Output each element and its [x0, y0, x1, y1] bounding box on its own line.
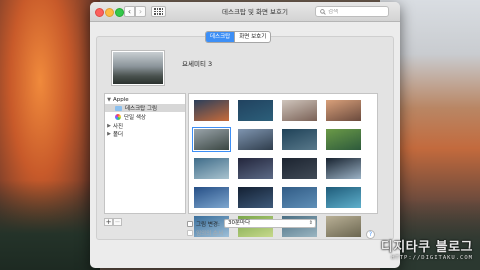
wallpaper-thumbnail[interactable]	[282, 187, 317, 208]
wallpaper-left-cliff	[0, 0, 100, 270]
grid-icon	[154, 8, 163, 15]
sidebar-item-desktop-pictures[interactable]: 데스크탑 그림	[105, 104, 185, 112]
sidebar-item-photos[interactable]: ▶ 사진	[105, 122, 185, 130]
sidebar-section-label: 폴더	[113, 132, 124, 138]
random-order-checkbox[interactable]	[187, 230, 193, 236]
change-picture-checkbox[interactable]	[187, 221, 193, 227]
change-picture-label: 그림 변경:	[196, 222, 220, 228]
forward-button[interactable]: ›	[135, 6, 146, 17]
sidebar-section-label: 사진	[113, 124, 124, 130]
source-list-buttons: + −	[104, 218, 122, 226]
back-button[interactable]: ‹	[124, 6, 135, 17]
wallpaper-thumbnail[interactable]	[326, 100, 361, 121]
wallpaper-thumbnail[interactable]	[326, 158, 361, 179]
chevron-left-icon: ‹	[127, 6, 132, 16]
wallpaper-thumbnail[interactable]	[194, 100, 229, 121]
preferences-window: ‹ › 데스크탑 및 화면 보호기 데스크탑 화면 보호기 요세미티 3	[90, 2, 400, 268]
search-input[interactable]	[328, 8, 384, 15]
add-folder-button[interactable]: +	[104, 218, 113, 226]
wallpaper-thumbnail[interactable]	[238, 187, 273, 208]
sidebar-group-label: Apple	[113, 97, 129, 103]
sidebar-item-folders[interactable]: ▶ 폴더	[105, 130, 185, 138]
wallpaper-thumbnail[interactable]	[326, 187, 361, 208]
disclosure-open-icon[interactable]: ▼	[105, 97, 113, 103]
watermark-url: HTTP://DIGITAKU.COM	[391, 255, 473, 261]
color-wheel-icon	[115, 114, 121, 120]
wallpaper-thumbnail[interactable]	[326, 129, 361, 150]
wallpaper-grid	[188, 93, 378, 237]
wallpaper-preview-image	[113, 52, 163, 84]
wallpaper-thumbnail[interactable]	[282, 158, 317, 179]
wallpaper-thumbnail[interactable]	[238, 100, 273, 121]
sidebar-item-label: 단일 색상	[124, 115, 146, 121]
show-all-button[interactable]	[151, 6, 166, 17]
tab-screen-saver[interactable]: 화면 보호기	[234, 32, 270, 42]
wallpaper-thumbnail[interactable]	[194, 187, 229, 208]
wallpaper-thumbnail[interactable]	[282, 129, 317, 150]
search-field[interactable]	[315, 6, 389, 17]
sidebar-item-label: 데스크탑 그림	[125, 106, 158, 112]
zoom-window-button[interactable]	[115, 8, 124, 17]
wallpaper-thumbnail[interactable]	[282, 100, 317, 121]
watermark: 디지타쿠 블로그 HTTP://DIGITAKU.COM	[345, 236, 473, 261]
watermark-title: 디지타쿠 블로그	[380, 240, 473, 255]
random-order-label: 임의의 순서	[196, 231, 224, 237]
change-interval-value: 30분마다	[228, 220, 251, 226]
tab-desktop[interactable]: 데스크탑	[206, 32, 235, 42]
disclosure-closed-icon[interactable]: ▶	[105, 131, 113, 137]
current-wallpaper-name: 요세미티 3	[182, 60, 213, 68]
close-window-button[interactable]	[95, 8, 104, 17]
wallpaper-thumbnail[interactable]	[238, 158, 273, 179]
sidebar-group-apple[interactable]: ▼ Apple	[105, 96, 185, 104]
minimize-window-button[interactable]	[105, 8, 114, 17]
wallpaper-thumbnail[interactable]	[194, 158, 229, 179]
remove-folder-button[interactable]: −	[113, 218, 122, 226]
tab-bar: 데스크탑 화면 보호기	[205, 31, 272, 43]
chevron-right-icon: ›	[138, 6, 143, 16]
chevron-updown-icon: ⇕	[308, 220, 313, 226]
change-interval-select[interactable]: 30분마다 ⇕	[224, 219, 316, 228]
folder-icon	[115, 105, 122, 111]
current-wallpaper-preview	[111, 50, 165, 86]
disclosure-closed-icon[interactable]: ▶	[105, 123, 113, 129]
sidebar-item-solid-colors[interactable]: 단일 색상	[105, 113, 185, 121]
wallpaper-thumbnail[interactable]	[192, 127, 231, 152]
wallpaper-thumbnail[interactable]	[326, 216, 361, 237]
source-list: ▼ Apple 데스크탑 그림 단일 색상 ▶ 사진 ▶ 폴더	[104, 93, 186, 214]
window-title: 데스크탑 및 화면 보호기	[222, 8, 288, 16]
wallpaper-thumbnail[interactable]	[238, 129, 273, 150]
search-icon	[320, 8, 326, 15]
title-bar: ‹ › 데스크탑 및 화면 보호기	[90, 2, 400, 22]
